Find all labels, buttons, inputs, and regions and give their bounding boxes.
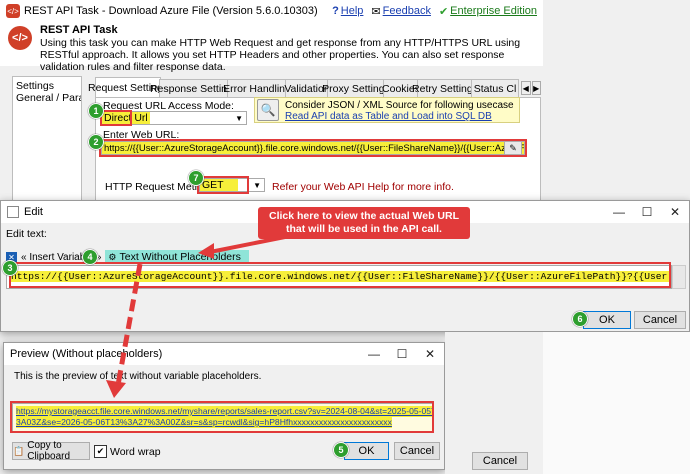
minimize-button[interactable]: — (360, 343, 388, 365)
preview-url-line-2: 3A03Z&se=2026-05-06T13%3A27%3A00Z&sr=s&s… (16, 417, 392, 428)
tab-status-cl[interactable]: Status Cl (471, 79, 519, 98)
method-help-text: Refer your Web API Help for more info. (272, 181, 454, 193)
edit-toolbar: ✕ « Insert Variable » ⚙ Text Without Pla… (6, 249, 686, 265)
main-cancel-label: Cancel (482, 455, 518, 467)
maximize-button[interactable]: ☐ (633, 201, 661, 223)
preview-window: Preview (Without placeholders) — ☐ ✕ Thi… (3, 342, 445, 470)
feedback-icon: ✉ (371, 5, 381, 18)
json-source-icon: 🔍 (257, 99, 279, 121)
text-without-placeholders-label: Text Without Placeholders (119, 251, 241, 263)
close-button[interactable]: ✕ (416, 343, 444, 365)
tab-retry-settings[interactable]: Retry Settings (412, 79, 478, 98)
edit-url-textbox[interactable]: https://{{User::AzureStorageAccount}}.fi… (6, 265, 672, 289)
minimize-button[interactable]: — (605, 201, 633, 223)
callout-box: Click here to view the actual Web URL th… (258, 207, 470, 239)
desktop-background (543, 332, 690, 474)
main-cancel-button[interactable]: Cancel (472, 452, 528, 470)
preview-url-line-1: https://mystorageacct.file.core.windows.… (16, 406, 433, 417)
access-mode-value: Direct Url (102, 112, 150, 124)
help-link[interactable]: Help (341, 5, 364, 17)
tab-strip: Request Settings Response Settings Error… (88, 77, 541, 98)
badge-1: 1 (88, 103, 104, 119)
edit-text-label: Edit text: (6, 228, 47, 240)
main-titlebar: </> REST API Task - Download Azure File … (0, 0, 543, 22)
header-desc: Using this task you can make HTTP Web Re… (40, 37, 521, 73)
web-url-field[interactable]: https://{{User::AzureStorageAccount}}.fi… (101, 141, 525, 155)
copy-to-clipboard-label: Copy to Clipboard (27, 440, 71, 462)
word-wrap-label: Word wrap (110, 445, 161, 458)
maximize-button[interactable]: ☐ (388, 343, 416, 365)
header-title: REST API Task (40, 24, 118, 36)
edit-cancel-button[interactable]: Cancel (634, 311, 686, 329)
help-icon: ? (332, 5, 339, 17)
preview-window-title: Preview (Without placeholders) (10, 348, 163, 360)
text-without-placeholders-button[interactable]: ⚙ Text Without Placeholders (105, 250, 249, 264)
tab-scroll-arrows[interactable]: ◀ ▶ (521, 81, 541, 95)
sidebar-item-general[interactable]: General / Paramete (16, 92, 81, 104)
edition-icon: ✔ (438, 5, 449, 18)
chevron-down-icon: ▼ (253, 180, 261, 190)
badge-7: 7 (188, 170, 204, 186)
access-mode-select[interactable]: Direct Url ▼ (101, 111, 247, 125)
header-area: </> REST API Task Using this task you ca… (0, 22, 543, 73)
sidebar: Settings General / Paramete (12, 76, 82, 206)
edit-scrollbar[interactable] (672, 265, 686, 289)
tab-proxy-settings[interactable]: Proxy Settings (322, 79, 390, 98)
json-hint-text: Consider JSON / XML Source for following… (285, 100, 514, 111)
preview-url-box[interactable]: https://mystorageacct.file.core.windows.… (12, 403, 434, 433)
badge-3: 3 (2, 260, 18, 276)
word-wrap-checkbox[interactable]: ✔ Word wrap (94, 445, 161, 458)
checkmark-icon: ✔ (94, 445, 107, 458)
json-hint-box: 🔍 Consider JSON / XML Source for followi… (254, 97, 520, 123)
main-window-title: REST API Task - Download Azure File (Ver… (24, 5, 318, 17)
preview-titlebar: Preview (Without placeholders) — ☐ ✕ (4, 343, 444, 365)
json-source-link[interactable]: Read API data as Table and Load into SQL… (285, 111, 492, 122)
preview-icon: ⚙ (108, 251, 117, 262)
badge-5: 5 (333, 442, 349, 458)
edit-ok-button[interactable]: OK (583, 311, 631, 329)
badge-4: 4 (82, 249, 98, 265)
app-icon: </> (6, 4, 20, 18)
edit-url-text: https://{{User::AzureStorageAccount}}.fi… (11, 271, 671, 282)
feedback-link[interactable]: Feedback (383, 5, 431, 17)
close-button[interactable]: ✕ (661, 201, 689, 223)
clipboard-icon: 📋 (13, 445, 25, 456)
edit-url-button[interactable]: ✎ (504, 141, 522, 155)
rest-logo-icon: </> (8, 26, 32, 50)
chevron-down-icon: ▼ (235, 113, 243, 123)
preview-cancel-button[interactable]: Cancel (394, 442, 440, 460)
callout-text: Click here to view the actual Web URL th… (268, 210, 460, 235)
edit-window-icon (7, 206, 19, 218)
url-label: Enter Web URL: (103, 129, 180, 141)
copy-to-clipboard-button[interactable]: 📋 Copy to Clipboard (12, 440, 90, 462)
edition-link[interactable]: Enterprise Edition (450, 5, 537, 17)
method-value: GET (200, 179, 238, 191)
tab-error-handling[interactable]: Error Handling (223, 79, 291, 98)
badge-2: 2 (88, 134, 104, 150)
method-select[interactable]: GET ▼ (199, 178, 265, 192)
preview-ok-button[interactable]: OK (344, 442, 389, 460)
pencil-icon: ✎ (509, 142, 517, 153)
preview-desc: This is the preview of text without vari… (14, 371, 262, 382)
sidebar-item-settings[interactable]: Settings (16, 80, 78, 92)
badge-6: 6 (572, 311, 588, 327)
tab-response-settings[interactable]: Response Settings (150, 79, 238, 98)
web-url-value: https://{{User::AzureStorageAccount}}.fi… (104, 143, 525, 154)
